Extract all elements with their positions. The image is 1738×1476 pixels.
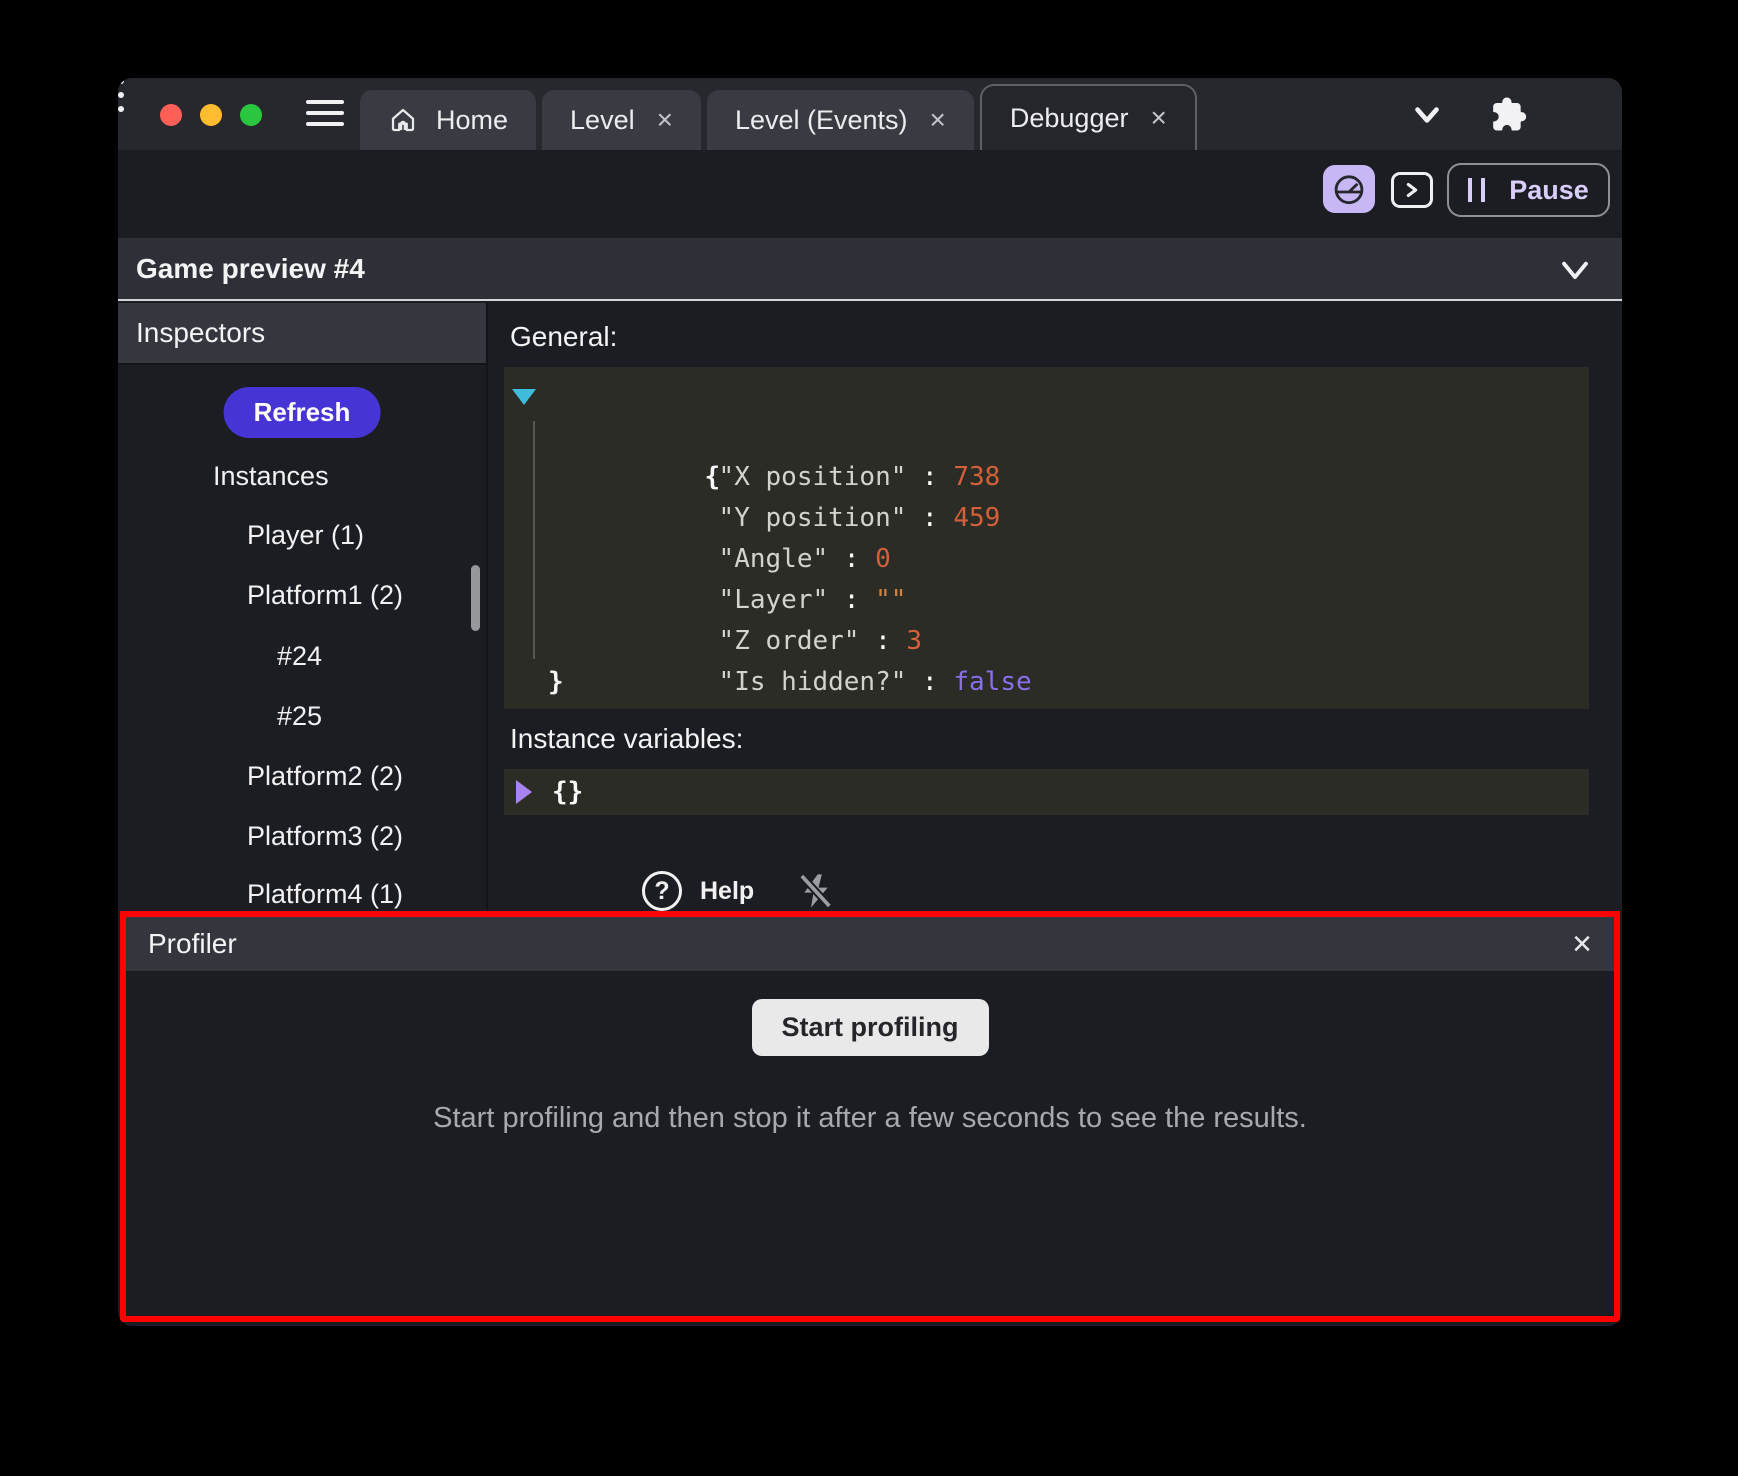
debugger-main: Inspectors Refresh Instances Player (1) … [118, 303, 1622, 911]
general-json-viewer: { "X position" : 738 "Y position" : 459 … [504, 367, 1589, 709]
tree-item-instances[interactable]: Instances [213, 451, 329, 501]
game-preview-title: Game preview #4 [136, 253, 365, 285]
pause-button[interactable]: Pause [1447, 163, 1610, 217]
profiler-hint: Start profiling and then stop it after a… [126, 1102, 1614, 1135]
flash-off-icon[interactable] [796, 871, 836, 911]
close-icon[interactable]: × [657, 104, 673, 136]
tab-label: Home [436, 105, 508, 136]
tree-item-24[interactable]: #24 [277, 631, 322, 681]
chevron-down-icon[interactable] [1408, 96, 1446, 134]
json-value: 3 [906, 626, 922, 656]
hamburger-menu-icon[interactable] [306, 100, 344, 133]
game-preview-accordion[interactable]: Game preview #4 [118, 238, 1622, 301]
console-button[interactable] [1391, 172, 1433, 208]
speedometer-icon [1331, 171, 1367, 207]
profiler-toggle-button[interactable] [1323, 165, 1375, 213]
general-label: General: [510, 321, 1622, 353]
json-value: 459 [953, 503, 1000, 533]
close-icon[interactable]: × [1150, 102, 1166, 134]
pause-icon [1468, 178, 1485, 202]
refresh-button[interactable]: Refresh [224, 387, 381, 438]
profiler-body: Start profiling Start profiling and then… [126, 971, 1614, 1135]
expand-triangle-icon[interactable] [516, 780, 532, 804]
tree-item-platform4[interactable]: Platform4 (1) [247, 869, 403, 911]
inspectors-tree: Refresh Instances Player (1) Platform1 (… [118, 367, 486, 911]
json-indent-guide [533, 421, 535, 659]
inspectors-sidebar: Inspectors Refresh Instances Player (1) … [118, 303, 488, 911]
inspectors-header: Inspectors [118, 303, 486, 365]
collapse-triangle-icon[interactable] [512, 389, 536, 405]
tab-label: Level (Events) [735, 105, 908, 136]
title-bar: Home Level × Level (Events) × Debugger × [118, 78, 1622, 150]
tree-item-platform3[interactable]: Platform3 (2) [247, 811, 403, 861]
close-icon[interactable]: × [930, 104, 946, 136]
inspector-content: General: { "X position" : 738 "Y positio… [490, 303, 1622, 911]
help-row: ? Help [642, 871, 1622, 911]
tree-item-25[interactable]: #25 [277, 691, 322, 741]
help-icon[interactable]: ? [642, 871, 682, 911]
app-window: Home Level × Level (Events) × Debugger × [118, 78, 1622, 1326]
minimize-window-button[interactable] [200, 104, 222, 126]
tab-level[interactable]: Level × [542, 90, 701, 150]
json-value: "" [875, 585, 906, 615]
start-profiling-button[interactable]: Start profiling [752, 999, 989, 1056]
tree-item-player[interactable]: Player (1) [247, 510, 364, 560]
tab-bar: Home Level × Level (Events) × Debugger × [360, 84, 1203, 150]
profiler-panel: Profiler × Start profiling Start profili… [120, 911, 1620, 1322]
tab-label: Level [570, 105, 635, 136]
empty-object: {} [552, 777, 583, 807]
profiler-title: Profiler [148, 928, 237, 960]
sidebar-scrollbar-thumb[interactable] [471, 565, 480, 631]
json-open-brace: { [504, 375, 1589, 416]
tree-item-platform2[interactable]: Platform2 (2) [247, 751, 403, 801]
help-label[interactable]: Help [700, 877, 754, 906]
traffic-lights [160, 104, 262, 126]
variables-json-viewer: {} [504, 769, 1589, 815]
pause-label: Pause [1509, 175, 1589, 206]
tab-label: Debugger [1010, 103, 1129, 134]
tab-debugger[interactable]: Debugger × [980, 84, 1197, 150]
json-close-brace: } [504, 662, 1589, 703]
puzzle-extension-icon[interactable] [1484, 92, 1528, 136]
tab-home[interactable]: Home [360, 90, 536, 150]
json-value: 738 [953, 462, 1000, 492]
tab-level-events[interactable]: Level (Events) × [707, 90, 974, 150]
inspectors-title: Inspectors [136, 317, 265, 349]
tree-item-platform1[interactable]: Platform1 (2) [247, 570, 403, 620]
json-value: 0 [875, 544, 891, 574]
close-window-button[interactable] [160, 104, 182, 126]
chevron-down-icon[interactable] [1558, 258, 1592, 284]
maximize-window-button[interactable] [240, 104, 262, 126]
close-icon[interactable]: × [1572, 927, 1592, 961]
home-icon [388, 105, 418, 135]
profiler-header: Profiler × [126, 917, 1614, 971]
chevron-right-icon [1401, 179, 1423, 201]
debugger-toolbar: Pause [118, 150, 1622, 238]
